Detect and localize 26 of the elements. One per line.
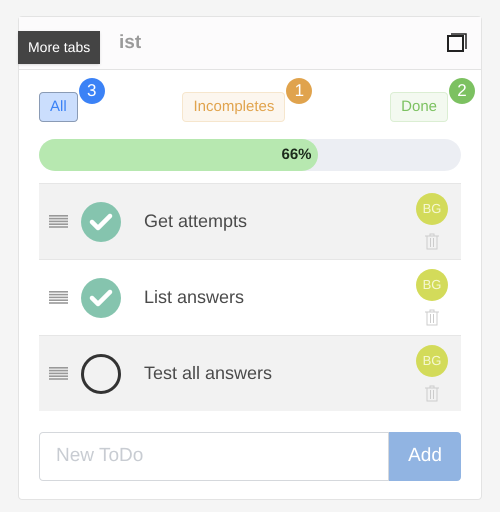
checked-circle-icon[interactable] [81,202,121,242]
filter-tab[interactable]: Done [390,92,448,122]
drag-handle-icon[interactable] [49,367,68,380]
todo-text: Test all answers [144,362,274,385]
drag-handle-icon[interactable] [49,215,68,228]
unchecked-circle-icon[interactable] [81,354,121,394]
count-badge: 2 [449,78,475,104]
filter-tab[interactable]: All [39,92,78,122]
trash-icon[interactable] [425,233,439,250]
filter-tab[interactable]: Incompletes [182,92,286,122]
trash-icon[interactable] [425,385,439,402]
add-button[interactable]: Add [389,432,461,481]
assignee-avatar: BG [416,345,448,377]
card-title: ist [119,30,142,55]
tooltip: More tabs [18,31,100,64]
count-badge: 3 [78,78,105,104]
copy-icon[interactable] [447,33,467,53]
checked-circle-icon[interactable] [81,278,121,318]
count-badge: 1 [286,78,312,104]
assignee-avatar: BG [416,193,448,225]
assignee-avatar: BG [416,269,448,301]
todo-text: Get attempts [144,210,248,233]
trash-icon[interactable] [425,309,439,326]
todo-text: List answers [144,286,246,309]
drag-handle-icon[interactable] [49,291,68,304]
progress-reading: 66% [281,144,312,165]
